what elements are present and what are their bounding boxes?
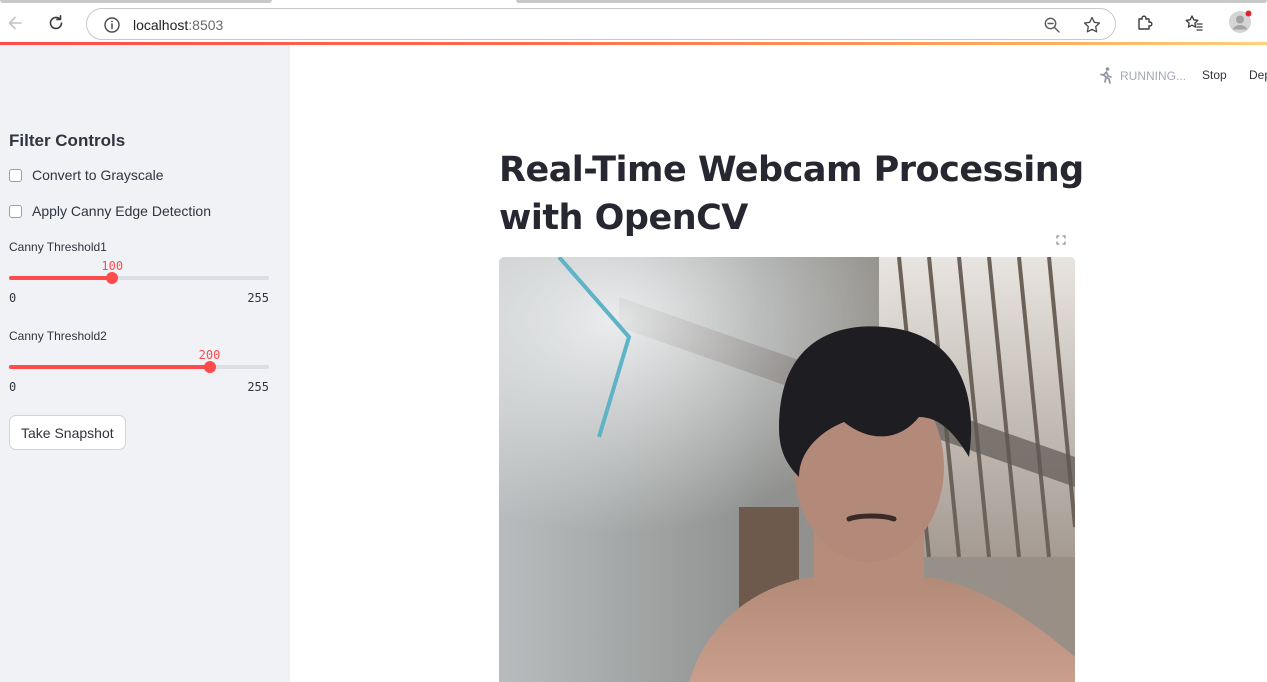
profile-avatar-icon[interactable] [1228, 10, 1252, 39]
webcam-image [499, 257, 1075, 682]
slider-value: 100 [101, 259, 124, 273]
grayscale-label: Convert to Grayscale [32, 167, 164, 183]
page-title: Real-Time Webcam Processing with OpenCV [499, 150, 1084, 238]
slider-thumb[interactable] [106, 272, 119, 284]
threshold2-label: Canny Threshold2 [9, 329, 107, 343]
stop-button[interactable]: Stop [1202, 68, 1227, 82]
slider-max: 255 [247, 291, 269, 305]
expand-icon [1056, 235, 1066, 245]
tab-edge[interactable] [0, 0, 272, 3]
slider-thumb[interactable] [203, 361, 216, 373]
slider-fill [9, 276, 113, 280]
sidebar: Filter Controls Convert to Grayscale App… [0, 45, 290, 682]
sidebar-title: Filter Controls [9, 131, 126, 150]
reload-button[interactable] [41, 8, 71, 38]
take-snapshot-button[interactable]: Take Snapshot [9, 415, 126, 450]
back-button[interactable] [0, 8, 30, 38]
address-bar[interactable]: localhost:8503 [86, 8, 1116, 40]
fullscreen-button[interactable] [1050, 229, 1072, 251]
running-person-icon [1100, 67, 1112, 84]
checkbox-box[interactable] [9, 168, 22, 182]
slider-value: 200 [198, 348, 221, 362]
checkbox-box[interactable] [9, 204, 22, 218]
slider-max: 255 [247, 380, 269, 394]
slider-fill [9, 365, 210, 369]
grayscale-checkbox[interactable]: Convert to Grayscale [9, 167, 164, 183]
running-status: RUNNING... [1096, 66, 1186, 86]
puzzle-icon[interactable] [1135, 13, 1155, 38]
favorites-icon[interactable] [1184, 13, 1204, 38]
back-arrow-icon [8, 16, 22, 30]
site-info-icon[interactable] [103, 16, 121, 39]
reload-icon [49, 15, 63, 30]
canny-checkbox[interactable]: Apply Canny Edge Detection [9, 203, 211, 219]
url-text[interactable]: localhost:8503 [133, 17, 223, 33]
tab-edge[interactable] [516, 0, 1267, 3]
threshold2-slider[interactable]: 200 0 255 [9, 348, 269, 398]
status-text: RUNNING... [1120, 69, 1186, 83]
zoom-out-icon[interactable] [1043, 16, 1061, 39]
slider-min: 0 [9, 291, 17, 305]
threshold1-slider[interactable]: 100 0 255 [9, 259, 269, 309]
webcam-frame [499, 257, 1075, 682]
threshold1-label: Canny Threshold1 [9, 240, 107, 254]
star-icon[interactable] [1082, 15, 1102, 40]
deploy-button[interactable]: Deploy [1249, 68, 1267, 82]
slider-min: 0 [9, 380, 17, 394]
browser-toolbar: localhost:8503 [0, 4, 1267, 42]
canny-label: Apply Canny Edge Detection [32, 203, 211, 219]
